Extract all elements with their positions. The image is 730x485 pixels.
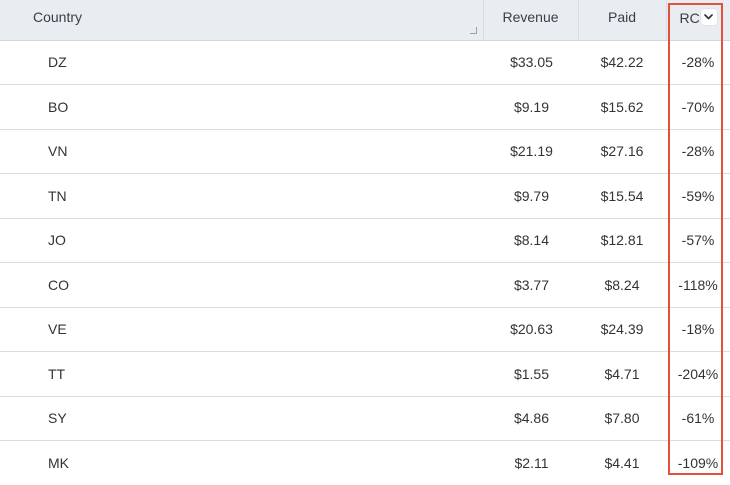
cell-country: SY — [0, 396, 483, 441]
cell-roi: -28% — [666, 40, 730, 85]
table-row[interactable]: VN $21.19 $27.16 -28% — [0, 129, 730, 174]
cell-revenue: $4.86 — [483, 396, 578, 441]
table-row[interactable]: VE $20.63 $24.39 -18% — [0, 307, 730, 352]
chevron-down-icon — [704, 14, 713, 20]
cell-roi: -61% — [666, 396, 730, 441]
table-row[interactable]: MK $2.11 $4.41 -109% — [0, 440, 730, 485]
country-table: Country Revenue Paid RC DZ $33.05 $42.22… — [0, 0, 730, 485]
column-menu-button[interactable] — [700, 9, 717, 25]
cell-country: VE — [0, 307, 483, 352]
column-header-roi[interactable]: RC — [666, 0, 730, 41]
cell-paid: $8.24 — [578, 262, 666, 308]
cell-revenue: $2.11 — [483, 440, 578, 485]
table-header-row: Country Revenue Paid RC — [0, 0, 730, 41]
cell-paid: $12.81 — [578, 218, 666, 263]
cell-revenue: $33.05 — [483, 40, 578, 85]
column-header-label: Paid — [607, 8, 637, 25]
cell-paid: $27.16 — [578, 129, 666, 174]
cell-country: BO — [0, 84, 483, 130]
table-body: DZ $33.05 $42.22 -28% BO $9.19 $15.62 -7… — [0, 40, 730, 485]
cell-country: DZ — [0, 40, 483, 85]
cell-roi: -28% — [666, 129, 730, 174]
cell-revenue: $1.55 — [483, 351, 578, 397]
cell-roi: -204% — [666, 351, 730, 397]
cell-roi: -18% — [666, 307, 730, 352]
table-row[interactable]: TN $9.79 $15.54 -59% — [0, 173, 730, 219]
cell-revenue: $9.79 — [483, 173, 578, 219]
table-row[interactable]: DZ $33.05 $42.22 -28% — [0, 40, 730, 85]
cell-roi: -70% — [666, 84, 730, 130]
cell-paid: $4.41 — [578, 440, 666, 485]
cell-country: JO — [0, 218, 483, 263]
data-table-view: Country Revenue Paid RC DZ $33.05 $42.22… — [0, 0, 730, 485]
column-header-label: RC — [679, 10, 700, 26]
table-row[interactable]: JO $8.14 $12.81 -57% — [0, 218, 730, 263]
table-row[interactable]: SY $4.86 $7.80 -61% — [0, 396, 730, 441]
cell-roi: -109% — [666, 440, 730, 485]
cell-paid: $15.54 — [578, 173, 666, 219]
cell-revenue: $21.19 — [483, 129, 578, 174]
cell-roi: -57% — [666, 218, 730, 263]
cell-roi: -118% — [666, 262, 730, 308]
cell-country: CO — [0, 262, 483, 308]
column-resize-icon[interactable] — [469, 26, 477, 34]
table-row[interactable]: BO $9.19 $15.62 -70% — [0, 84, 730, 130]
table-row[interactable]: TT $1.55 $4.71 -204% — [0, 351, 730, 397]
cell-paid: $24.39 — [578, 307, 666, 352]
column-header-country[interactable]: Country — [0, 0, 484, 41]
cell-paid: $7.80 — [578, 396, 666, 441]
cell-revenue: $9.19 — [483, 84, 578, 130]
column-header-label: Country — [33, 9, 83, 25]
cell-paid: $4.71 — [578, 351, 666, 397]
column-header-revenue[interactable]: Revenue — [483, 0, 579, 41]
cell-country: VN — [0, 129, 483, 174]
cell-country: TT — [0, 351, 483, 397]
column-header-label: Revenue — [502, 8, 559, 25]
cell-revenue: $3.77 — [483, 262, 578, 308]
cell-country: TN — [0, 173, 483, 219]
cell-paid: $42.22 — [578, 40, 666, 85]
table-row[interactable]: CO $3.77 $8.24 -118% — [0, 262, 730, 308]
cell-country: MK — [0, 440, 483, 485]
column-header-paid[interactable]: Paid — [578, 0, 667, 41]
cell-roi: -59% — [666, 173, 730, 219]
cell-revenue: $20.63 — [483, 307, 578, 352]
cell-revenue: $8.14 — [483, 218, 578, 263]
cell-paid: $15.62 — [578, 84, 666, 130]
